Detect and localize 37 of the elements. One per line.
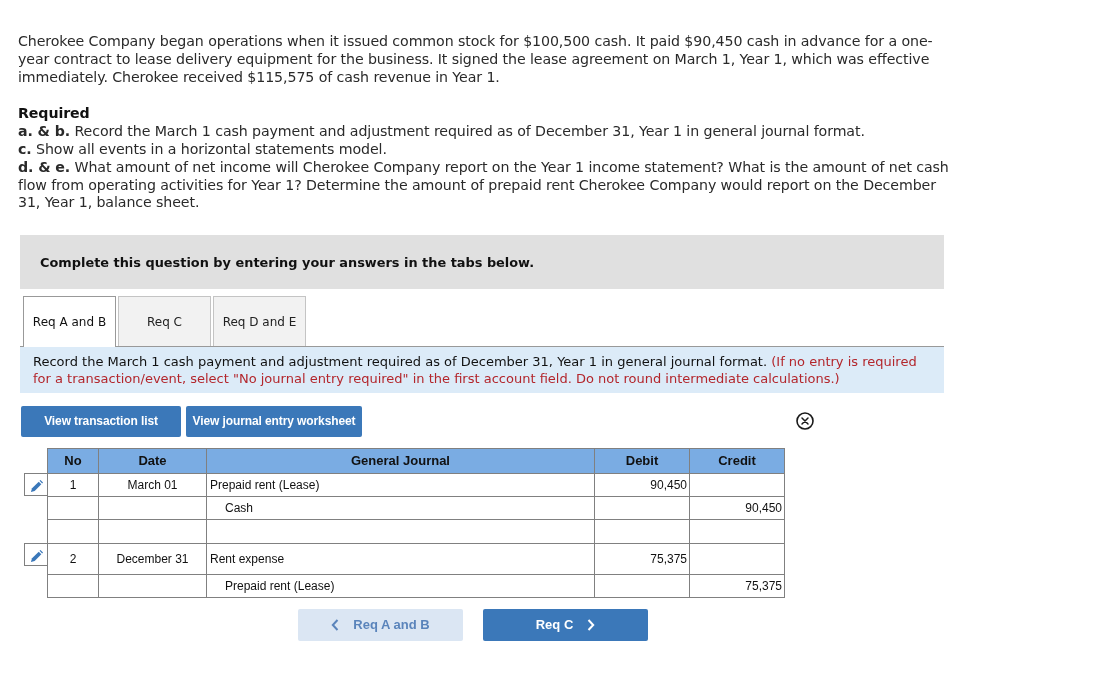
instruction-banner: Complete this question by entering your answers in the tabs below. — [20, 235, 944, 290]
tab[interactable]: Req A and B — [23, 296, 116, 348]
account-name: Prepaid rent (Lease) — [225, 579, 335, 593]
requirement-text: a. & b. Record the March 1 cash payment and adjustment required as of December 31, Year 1 in general journal format. — [18, 123, 866, 141]
edit-button[interactable] — [24, 473, 47, 497]
credit-amount: 75,375 — [745, 579, 782, 593]
account-name: Prepaid rent (Lease) — [210, 478, 320, 492]
action-button[interactable]: View transaction list — [21, 406, 181, 437]
requirement-text: d. & e. What amount of net income will Cherokee Company report on the Year 1 income statement? What is the amount of net cash flow from operating activities for Year 1? Determine the amount of prepaid rent Cherokee Company would report on the December 31, Year 1, balance sheet. — [18, 158, 950, 213]
tab[interactable]: Req C — [118, 296, 211, 347]
column-header: Date — [98, 448, 207, 474]
column-header: No — [47, 448, 99, 474]
entry-date: December 31 — [116, 552, 189, 566]
chevron-left-icon — [331, 619, 340, 631]
nav-button[interactable]: Req C — [483, 609, 648, 641]
requirement-text: c. Show all events in a horizontal statements model. — [18, 141, 388, 159]
close-icon[interactable] — [796, 412, 814, 431]
problem-text: Cherokee Company began operations when it issued common stock for $100,500 cash. It paid $90,450 cash in advance for a one-year contract to lease delivery equipment for the business. It signed the lease agreement on March 1, Year 1, which was effective immediately. Cherokee received $115,575 of cash revenue in Year 1. — [18, 33, 934, 87]
credit-amount: 90,450 — [745, 501, 782, 515]
entry-number: 2 — [69, 552, 77, 566]
debit-amount: 75,375 — [650, 552, 687, 566]
chevron-right-icon — [587, 619, 596, 631]
tab[interactable]: Req D and E — [213, 296, 306, 347]
account-name: Rent expense — [210, 552, 285, 566]
column-header: Credit — [689, 448, 785, 474]
edit-button[interactable] — [24, 543, 47, 567]
account-name: Cash — [225, 501, 253, 515]
entry-date: March 01 — [127, 478, 178, 492]
column-header: General Journal — [206, 448, 595, 474]
action-button[interactable]: View journal entry worksheet — [186, 406, 362, 437]
pencil-icon — [30, 550, 43, 563]
debit-amount: 90,450 — [650, 478, 687, 492]
column-header: Debit — [594, 448, 690, 474]
entry-number: 1 — [69, 478, 77, 492]
instruction-text: Record the March 1 cash payment and adjustment required as of December 31, Year 1 in general journal format. (If no entry is required for a transaction/event, select "No journal entry required" in the first account field. Do not round intermediate calculations.) — [20, 347, 944, 393]
pencil-icon — [30, 480, 43, 493]
required-heading: Required — [18, 105, 91, 124]
